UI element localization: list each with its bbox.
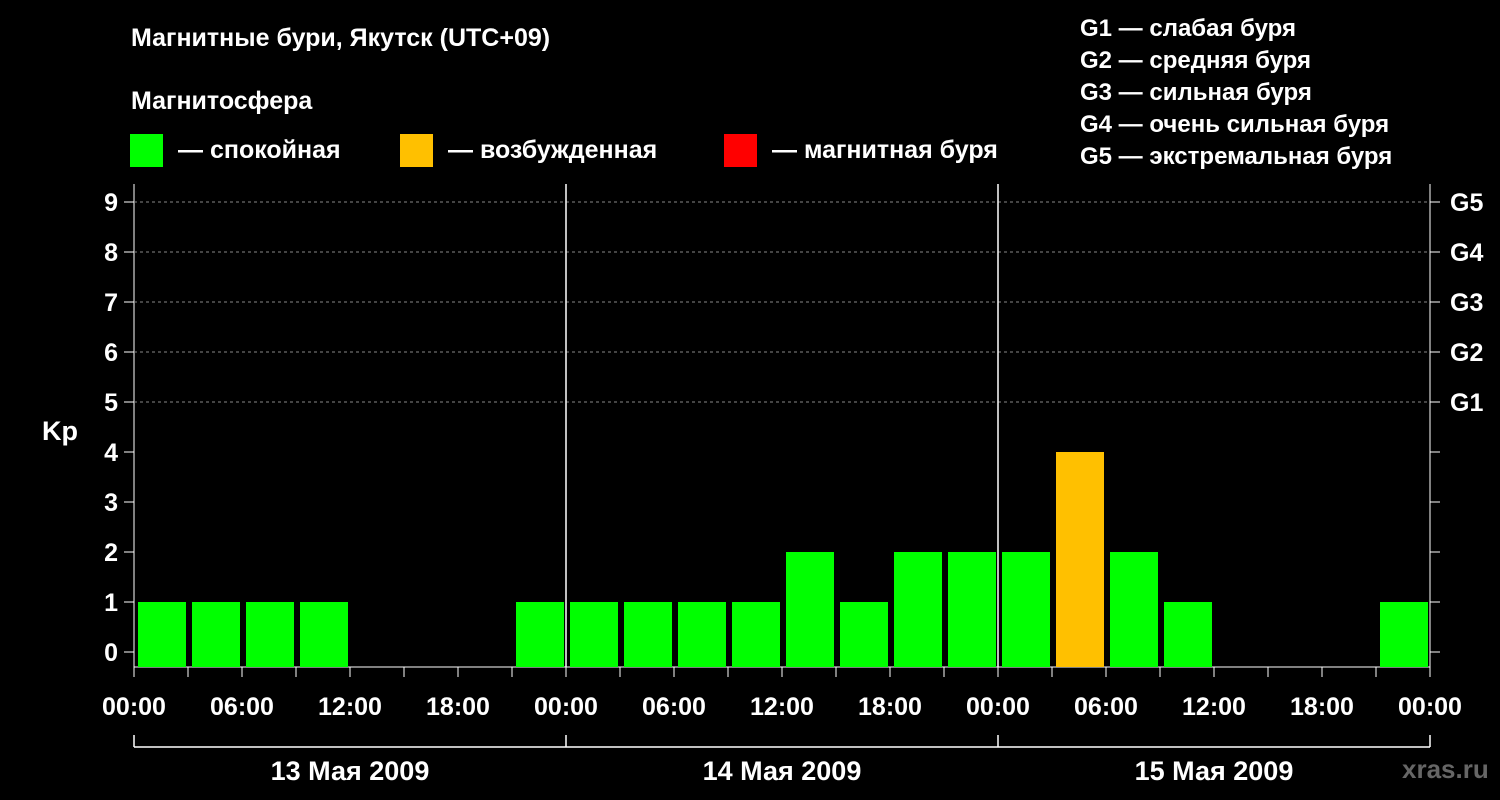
x-tick-label: 12:00 (750, 693, 814, 721)
g-scale-label: G5 (1450, 189, 1483, 217)
y-axis-label: Kp (42, 416, 78, 446)
y-tick-label: 7 (104, 289, 118, 317)
y-tick-label: 8 (104, 239, 118, 267)
bar-11 (732, 602, 780, 667)
y-tick-label: 6 (104, 339, 118, 367)
y-tick-label: 4 (104, 439, 118, 467)
y-tick-label: 5 (104, 389, 118, 417)
g-scale-label: G3 (1450, 289, 1483, 317)
bar-10 (678, 602, 726, 667)
x-tick-label: 06:00 (210, 693, 274, 721)
bar-3 (300, 602, 348, 667)
x-tick-label: 00:00 (534, 693, 598, 721)
x-tick-label: 12:00 (318, 693, 382, 721)
bar-7 (516, 602, 564, 667)
bar-23 (1380, 602, 1428, 667)
day-label: 13 Мая 2009 (271, 756, 430, 786)
bar-13 (840, 602, 888, 667)
g-scale-label: G2 (1450, 339, 1483, 367)
watermark: xras.ru (1402, 754, 1489, 784)
bar-8 (570, 602, 618, 667)
day-label: 14 Мая 2009 (703, 756, 862, 786)
bar-2 (246, 602, 294, 667)
bar-9 (624, 602, 672, 667)
kp-bar-chart: 0 1 2 3 4 5 6 7 8 9 G1 G2 G3 G4 G5 Kp 00:00 06:00 12:00 18:… (42, 184, 1483, 786)
bar-19 (1164, 602, 1212, 667)
x-tick-label: 06:00 (642, 693, 706, 721)
y-tick-label: 2 (104, 539, 118, 567)
bar-18 (1110, 552, 1158, 667)
y-tick-label: 3 (104, 489, 118, 517)
bar-0 (138, 602, 186, 667)
x-tick-label: 18:00 (426, 693, 490, 721)
bar-16 (1002, 552, 1050, 667)
bar-12 (786, 552, 834, 667)
bar-15 (948, 552, 996, 667)
x-tick-label: 18:00 (858, 693, 922, 721)
x-tick-label: 00:00 (1398, 693, 1462, 721)
y-tick-label: 0 (104, 639, 118, 667)
bar-17 (1056, 452, 1104, 667)
y-tick-label: 1 (104, 589, 118, 617)
bar-1 (192, 602, 240, 667)
g-scale-label: G4 (1450, 239, 1483, 267)
x-tick-label: 18:00 (1290, 693, 1354, 721)
x-tick-label: 00:00 (102, 693, 166, 721)
y-tick-label: 9 (104, 189, 118, 217)
x-tick-label: 00:00 (966, 693, 1030, 721)
g-scale-label: G1 (1450, 389, 1483, 417)
x-tick-label: 12:00 (1182, 693, 1246, 721)
x-tick-label: 06:00 (1074, 693, 1138, 721)
bar-14 (894, 552, 942, 667)
day-label: 15 Мая 2009 (1135, 756, 1294, 786)
